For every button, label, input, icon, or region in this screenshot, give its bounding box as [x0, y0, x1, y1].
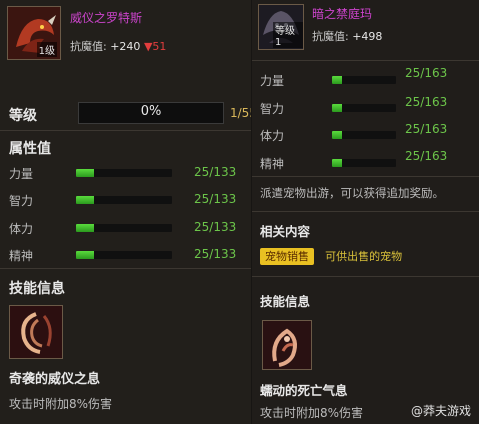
stat-value-spi: 25/163: [405, 149, 448, 163]
skill-title: 技能信息: [9, 281, 65, 297]
divider: [252, 176, 479, 177]
skill-title: 技能信息: [260, 294, 311, 309]
skill-breath-icon: [10, 306, 62, 358]
stat-bar-fill: [332, 76, 342, 84]
stat-label-vit: 体力: [9, 222, 34, 236]
pet-detail-panel-right: 等级1 暗之禁庭玛 抗魔值: +498 力量 25/163 智力 25/163 …: [252, 0, 479, 424]
stat-value-int: 25/133: [194, 192, 237, 206]
stat-label-int: 智力: [9, 194, 34, 208]
stat-bar-int: [332, 104, 396, 112]
stat-bar-fill: [332, 131, 342, 139]
pet-detail-panel-left: 1级 威仪之罗特斯 抗魔值: +240 ▼51 等级 0% 1/55 属性值 力…: [0, 0, 252, 424]
stat-label-spi: 精神: [260, 157, 285, 171]
stat-bar-fill: [332, 104, 342, 112]
resist-label: 抗魔值:: [312, 30, 349, 43]
stat-value-spi: 25/133: [194, 247, 237, 261]
skill-icon-box[interactable]: [9, 305, 63, 359]
level-progress-bar: 0%: [78, 102, 224, 124]
pet-name: 暗之禁庭玛: [312, 7, 373, 21]
stat-label-int: 智力: [260, 102, 285, 116]
stat-bar-spi: [332, 159, 396, 167]
resist-row: 抗魔值: +240 ▼51: [70, 38, 166, 54]
stat-bar-spi: [76, 251, 172, 259]
tag-desc: 可供出售的宠物: [325, 250, 403, 263]
attr-title: 属性值: [9, 141, 51, 157]
resist-delta: ▼51: [143, 40, 167, 53]
resist-row: 抗魔值: +498: [312, 28, 382, 44]
skill-desc: 攻击时附加8%伤害: [260, 406, 364, 420]
stat-bar-str: [332, 76, 396, 84]
watermark-text: @莽夫游戏: [410, 404, 471, 418]
watermark: @莽夫游戏: [411, 402, 471, 419]
skill-name: 蠕动的死亡气息: [260, 383, 348, 398]
stat-value-int: 25/163: [405, 95, 448, 109]
level-badge: 1级: [36, 42, 57, 57]
resist-label: 抗魔值:: [70, 40, 107, 53]
pet-sale-tag[interactable]: 宠物销售: [260, 248, 314, 265]
stat-value-vit: 25/163: [405, 122, 448, 136]
resist-value: +498: [352, 30, 383, 43]
level-label: 等级: [9, 108, 37, 124]
related-title: 相关内容: [260, 224, 311, 239]
pet-avatar[interactable]: 1级: [7, 6, 61, 60]
level-max: 1/55: [230, 106, 252, 120]
stat-bar-int: [76, 196, 172, 204]
skill-desc: 攻击时附加8%伤害: [9, 397, 113, 411]
level-badge: 等级1: [273, 22, 303, 48]
skill-death-breath-icon: [263, 321, 311, 369]
stat-bar-fill: [76, 224, 95, 232]
stat-label-vit: 体力: [260, 129, 285, 143]
stat-label-spi: 精神: [9, 249, 34, 263]
stat-value-str: 25/133: [194, 165, 237, 179]
divider: [252, 211, 479, 212]
level-percent: 0%: [140, 104, 162, 119]
pet-avatar[interactable]: 等级1: [258, 4, 304, 50]
related-row: 宠物销售 可供出售的宠物: [260, 245, 403, 265]
pet-name: 威仪之罗特斯: [70, 11, 143, 25]
divider: [0, 268, 252, 269]
stat-bar-fill: [76, 196, 95, 204]
stat-bar-vit: [332, 131, 396, 139]
skill-name: 奇袭的威仪之息: [9, 372, 101, 387]
stat-value-vit: 25/133: [194, 220, 237, 234]
resist-value: +240: [110, 40, 141, 53]
stat-bar-fill: [332, 159, 342, 167]
stat-label-str: 力量: [9, 167, 34, 181]
skill-icon-box[interactable]: [262, 320, 312, 370]
stat-bar-vit: [76, 224, 172, 232]
divider: [252, 276, 479, 277]
stat-bar-fill: [76, 169, 95, 177]
divider: [0, 130, 252, 131]
stat-label-str: 力量: [260, 74, 285, 88]
stat-bar-fill: [76, 251, 95, 259]
stat-bar-str: [76, 169, 172, 177]
stat-value-str: 25/163: [405, 66, 448, 80]
divider: [252, 60, 479, 61]
dispatch-text: 派遣宠物出游，可以获得追加奖励。: [260, 186, 444, 200]
